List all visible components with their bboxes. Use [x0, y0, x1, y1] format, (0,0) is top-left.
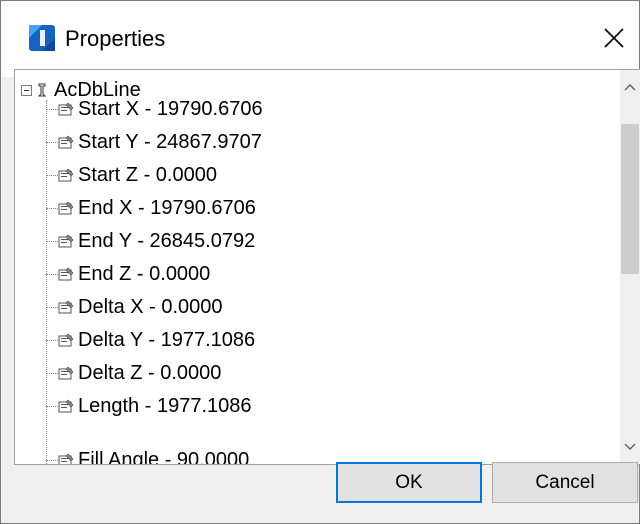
tree-item[interactable]: Delta X - 0.0000	[46, 291, 223, 323]
property-icon	[58, 168, 74, 181]
tree-item-label: Start Z - 0.0000	[78, 163, 217, 186]
property-icon	[58, 399, 74, 412]
tree-item[interactable]: Fill Angle - 90.0000	[46, 444, 249, 464]
cancel-button[interactable]: Cancel	[492, 462, 638, 503]
tree-item[interactable]: Start X - 19790.6706	[46, 93, 263, 125]
collapse-icon[interactable]	[21, 84, 32, 96]
tree-item-label: Fill Angle - 90.0000	[78, 448, 250, 465]
tree-item[interactable]: End X - 19790.6706	[46, 192, 256, 224]
close-icon	[604, 28, 624, 48]
tree-item[interactable]: Length - 1977.1086	[46, 390, 252, 422]
properties-tree[interactable]: AcDbLine Start X - 19790.6706 Start Y - …	[14, 69, 640, 465]
properties-dialog: Properties AcDbLine Start X - 19790.6706	[0, 0, 640, 524]
close-button[interactable]	[589, 15, 639, 61]
property-icon	[58, 201, 74, 214]
property-icon	[58, 267, 74, 280]
tree-item-label: Delta X - 0.0000	[78, 295, 223, 318]
title-bar: Properties	[1, 1, 639, 77]
window-title: Properties	[65, 26, 166, 51]
property-icon	[58, 453, 74, 464]
chevron-up-icon	[624, 84, 636, 91]
scroll-thumb[interactable]	[621, 124, 639, 274]
autocad-icon	[29, 25, 55, 51]
tree-item[interactable]: Start Z - 0.0000	[46, 159, 217, 191]
tree-content: AcDbLine Start X - 19790.6706 Start Y - …	[15, 70, 619, 464]
tree-item-label: End Z - 0.0000	[78, 262, 211, 285]
tree-item-label: Start Y - 24867.9707	[78, 130, 262, 153]
property-icon	[58, 366, 74, 379]
tree-item[interactable]: End Z - 0.0000	[46, 258, 210, 290]
tree-item-label: Length - 1977.1086	[78, 394, 252, 417]
tree-item-label: End X - 19790.6706	[78, 196, 256, 219]
tree-item[interactable]: Delta Y - 1977.1086	[46, 324, 255, 356]
tree-item[interactable]: Start Y - 24867.9707	[46, 126, 262, 158]
ok-button[interactable]: OK	[336, 462, 482, 503]
tree-item-label: End Y - 26845.0792	[78, 229, 256, 252]
tree-item[interactable]: End Y - 26845.0792	[46, 225, 255, 257]
tree-item[interactable]: Delta Z - 0.0000	[46, 357, 221, 389]
chevron-down-icon	[624, 443, 636, 450]
tree-item-label: Start X - 19790.6706	[78, 97, 263, 120]
tree-item-label: Delta Y - 1977.1086	[78, 328, 256, 351]
property-icon	[58, 300, 74, 313]
tree-item-label: Delta Z - 0.0000	[78, 361, 222, 384]
property-icon	[58, 234, 74, 247]
property-icon	[58, 102, 74, 115]
vertical-scrollbar[interactable]	[620, 70, 640, 464]
property-icon	[58, 135, 74, 148]
scroll-up-button[interactable]	[620, 70, 640, 104]
property-icon	[58, 333, 74, 346]
scroll-down-button[interactable]	[620, 430, 640, 464]
